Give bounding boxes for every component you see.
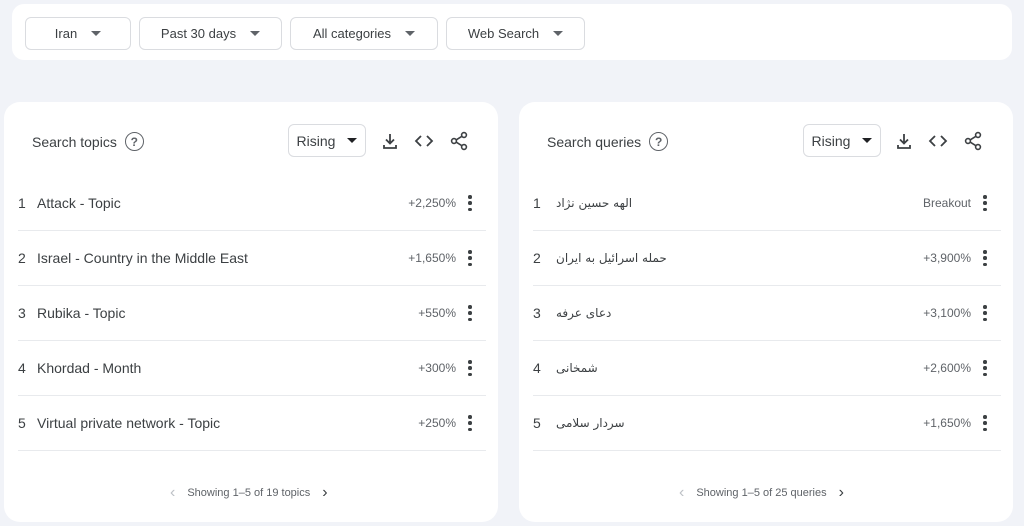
rise-value: +2,600% bbox=[923, 361, 971, 375]
rise-value: +550% bbox=[418, 306, 456, 320]
more-vert-icon[interactable] bbox=[468, 305, 472, 321]
list-item[interactable]: 1 الهه حسین نژاد Breakout bbox=[533, 176, 1001, 231]
card-title: Search topics bbox=[32, 133, 117, 150]
chevron-left-icon[interactable]: ‹ bbox=[170, 484, 175, 502]
caret-down-icon bbox=[91, 31, 102, 36]
more-vert-icon[interactable] bbox=[983, 250, 987, 266]
list-item[interactable]: 4 شمخانی +2,600% bbox=[533, 341, 1001, 396]
rising-label: Rising bbox=[811, 132, 851, 149]
more-vert-icon[interactable] bbox=[983, 305, 987, 321]
share-icon[interactable] bbox=[448, 130, 470, 152]
list-item[interactable]: 2 حمله اسرائیل به ایران +3,900% bbox=[533, 231, 1001, 286]
queries-list: 1 الهه حسین نژاد Breakout 2 حمله اسرائیل… bbox=[533, 176, 1001, 451]
embed-code-icon[interactable] bbox=[413, 130, 435, 152]
help-icon[interactable]: ? bbox=[649, 132, 669, 151]
rank: 3 bbox=[533, 305, 541, 321]
caret-down-icon bbox=[250, 31, 261, 36]
topic-label: Israel - Country in the Middle East bbox=[37, 250, 248, 266]
rise-value: +3,900% bbox=[923, 251, 971, 265]
topic-label: Virtual private network - Topic bbox=[37, 415, 221, 431]
download-icon[interactable] bbox=[379, 130, 401, 152]
rise-value: +3,100% bbox=[923, 306, 971, 320]
pagination: ‹ Showing 1–5 of 19 topics › bbox=[170, 484, 328, 502]
card-title: Search queries bbox=[547, 133, 642, 150]
category-dropdown[interactable]: All categories bbox=[290, 17, 438, 50]
rise-value: +1,650% bbox=[923, 416, 971, 430]
search-queries-card: Search queries ? Rising 1 الهه حسین نژاد… bbox=[519, 102, 1013, 522]
time-dropdown[interactable]: Past 30 days bbox=[139, 17, 282, 50]
rank: 1 bbox=[533, 195, 541, 211]
rise-value: +1,650% bbox=[408, 251, 456, 265]
more-vert-icon[interactable] bbox=[468, 195, 472, 211]
topic-label: Khordad - Month bbox=[37, 360, 142, 376]
topic-label: Rubika - Topic bbox=[37, 305, 126, 321]
rank: 2 bbox=[533, 250, 541, 266]
region-dropdown[interactable]: Iran bbox=[25, 17, 131, 50]
rank: 3 bbox=[18, 305, 26, 321]
share-icon[interactable] bbox=[962, 130, 984, 152]
topic-label: Attack - Topic bbox=[37, 195, 121, 211]
caret-down-icon bbox=[347, 138, 358, 143]
rank: 2 bbox=[18, 250, 26, 266]
source-dropdown[interactable]: Web Search bbox=[446, 17, 585, 50]
rank: 1 bbox=[18, 195, 26, 211]
chevron-right-icon[interactable]: › bbox=[839, 484, 844, 502]
source-label: Web Search bbox=[467, 26, 540, 41]
query-label: دعای عرفه bbox=[556, 306, 612, 320]
list-item[interactable]: 1 Attack - Topic +2,250% bbox=[18, 176, 486, 231]
category-label: All categories bbox=[312, 26, 392, 41]
rising-label: Rising bbox=[296, 132, 336, 149]
rising-dropdown[interactable]: Rising bbox=[803, 124, 881, 157]
more-vert-icon[interactable] bbox=[983, 360, 987, 376]
region-label: Iran bbox=[54, 26, 78, 41]
query-label: شمخانی bbox=[556, 361, 598, 375]
embed-code-icon[interactable] bbox=[927, 130, 949, 152]
rise-value: Breakout bbox=[922, 196, 971, 210]
rise-value: +2,250% bbox=[408, 196, 456, 210]
query-label: حمله اسرائیل به ایران bbox=[556, 251, 667, 265]
search-topics-card: Search topics ? Rising 1 Attack - Topic … bbox=[4, 102, 498, 522]
query-label: سردار سلامی bbox=[556, 416, 625, 430]
caret-down-icon bbox=[862, 138, 873, 143]
list-item[interactable]: 4 Khordad - Month +300% bbox=[18, 341, 486, 396]
filter-bar: Iran Past 30 days All categories Web Sea… bbox=[12, 4, 1012, 60]
caret-down-icon bbox=[553, 31, 564, 36]
caret-down-icon bbox=[405, 31, 416, 36]
rise-value: +300% bbox=[418, 361, 456, 375]
rank: 5 bbox=[533, 415, 541, 431]
topics-list: 1 Attack - Topic +2,250% 2 Israel - Coun… bbox=[18, 176, 486, 451]
list-item[interactable]: 3 Rubika - Topic +550% bbox=[18, 286, 486, 341]
time-label: Past 30 days bbox=[160, 26, 237, 41]
rank: 4 bbox=[533, 360, 541, 376]
pagination-label: Showing 1–5 of 25 queries bbox=[696, 487, 827, 499]
more-vert-icon[interactable] bbox=[468, 415, 472, 431]
help-icon[interactable]: ? bbox=[124, 132, 144, 151]
more-vert-icon[interactable] bbox=[468, 250, 472, 266]
chevron-left-icon[interactable]: ‹ bbox=[679, 484, 684, 502]
list-item[interactable]: 2 Israel - Country in the Middle East +1… bbox=[18, 231, 486, 286]
rank: 5 bbox=[18, 415, 26, 431]
card-header: Search topics ? bbox=[32, 132, 144, 151]
chevron-right-icon[interactable]: › bbox=[322, 484, 327, 502]
more-vert-icon[interactable] bbox=[983, 195, 987, 211]
rising-dropdown[interactable]: Rising bbox=[288, 124, 366, 157]
rank: 4 bbox=[18, 360, 26, 376]
pagination: ‹ Showing 1–5 of 25 queries › bbox=[679, 484, 844, 502]
more-vert-icon[interactable] bbox=[983, 415, 987, 431]
list-item[interactable]: 5 سردار سلامی +1,650% bbox=[533, 396, 1001, 451]
list-item[interactable]: 5 Virtual private network - Topic +250% bbox=[18, 396, 486, 451]
download-icon[interactable] bbox=[893, 130, 915, 152]
card-header: Search queries ? bbox=[547, 132, 669, 151]
pagination-label: Showing 1–5 of 19 topics bbox=[187, 487, 311, 499]
list-item[interactable]: 3 دعای عرفه +3,100% bbox=[533, 286, 1001, 341]
query-label: الهه حسین نژاد bbox=[556, 196, 633, 210]
rise-value: +250% bbox=[418, 416, 456, 430]
more-vert-icon[interactable] bbox=[468, 360, 472, 376]
